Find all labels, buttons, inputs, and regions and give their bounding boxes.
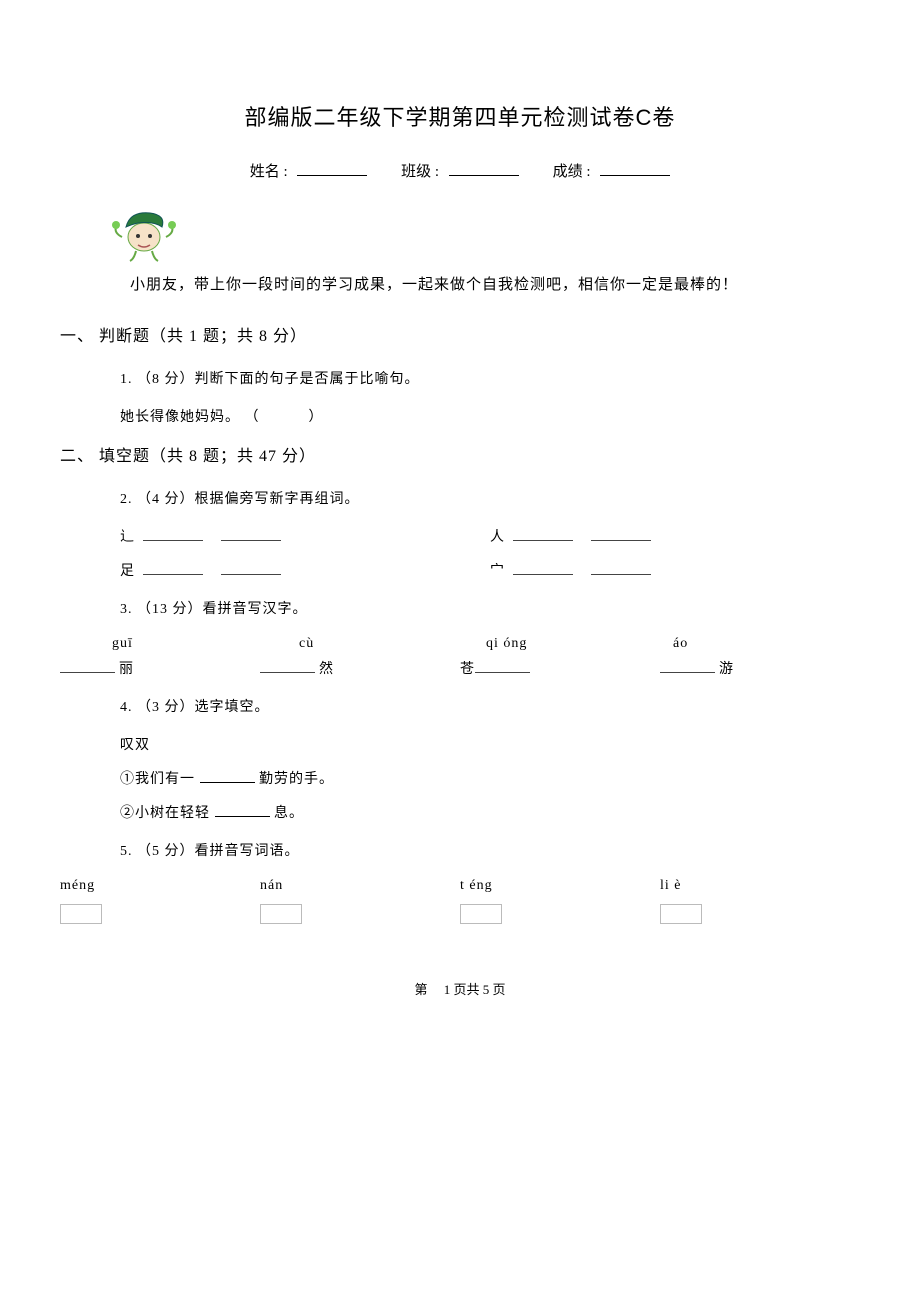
q4-l2-prefix: ②小树在轻轻 (120, 806, 210, 821)
q5-text: 5. （5 分）看拼音写词语。 (120, 840, 860, 860)
q2-radical-mian: 宀 (490, 560, 505, 580)
q2-blank[interactable] (143, 560, 203, 575)
q1-sentence: 她长得像她妈妈。 （ ） (120, 406, 860, 426)
q4-blank[interactable] (215, 802, 270, 817)
q4-l1-prefix: ①我们有一 (120, 772, 195, 787)
q3-blank[interactable] (60, 658, 115, 673)
q4-line-2: ②小树在轻轻 息。 (120, 802, 860, 822)
q1-close-paren: ） (309, 410, 324, 425)
q5-answer-box[interactable] (60, 904, 102, 924)
q2-blank[interactable] (221, 560, 281, 575)
q3-pinyin-c: qi óng (486, 636, 673, 652)
q3-blank[interactable] (475, 658, 530, 673)
section-2-title: 二、 填空题（共 8 题；共 47 分） (60, 442, 860, 466)
q1-sentence-text: 她长得像她妈妈。 （ (120, 410, 260, 425)
q5-pinyin-b: nán (260, 878, 460, 894)
q2-radical-chuo: 辶 (120, 526, 135, 546)
q5-answer-box[interactable] (460, 904, 502, 924)
q2-blank[interactable] (513, 560, 573, 575)
q5-pinyin-d: li è (660, 878, 860, 894)
section-1-title: 一、 判断题（共 1 题；共 8 分） (60, 322, 860, 346)
q3-hanzi-c-prefix: 苍 (460, 658, 475, 678)
q5-box-row (60, 904, 860, 929)
q2-blank[interactable] (221, 526, 281, 541)
q3-hanzi-d: 游 (719, 658, 734, 678)
q2-blank[interactable] (591, 560, 651, 575)
q4-words: 叹双 (120, 734, 860, 754)
q2-row-b: 足 宀 (120, 560, 860, 580)
q2-row-a: 辶 人 (120, 526, 860, 546)
q4-l1-suffix: 勤劳的手。 (259, 772, 334, 787)
q1-text: 1. （8 分）判断下面的句子是否属于比喻句。 (120, 368, 860, 388)
pager-value: 1 页共 5 页 (444, 982, 506, 997)
q4-blank[interactable] (200, 768, 255, 783)
mascot-icon (110, 203, 182, 263)
q4-text: 4. （3 分）选字填空。 (120, 696, 860, 716)
q2-blank[interactable] (591, 526, 651, 541)
q2-radical-ren: 人 (490, 526, 505, 546)
q3-pinyin-row: guī cù qi óng áo (112, 636, 860, 652)
q3-hanzi-row: 丽 然 苍 游 (60, 658, 860, 678)
q5-answer-box[interactable] (260, 904, 302, 924)
name-label: 姓名 : (250, 164, 288, 180)
intro-text: 小朋友，带上你一段时间的学习成果，一起来做个自我检测吧，相信你一定是最棒的！ (130, 273, 860, 294)
q2-blank[interactable] (513, 526, 573, 541)
pager-prefix: 第 (414, 982, 427, 997)
q5-pinyin-c: t éng (460, 878, 660, 894)
q5-answer-box[interactable] (660, 904, 702, 924)
q2-radical-zu: 足 (120, 560, 135, 580)
q3-pinyin-d: áo (673, 636, 860, 652)
page-number: 第 1 页共 5 页 (60, 979, 860, 998)
name-input-line[interactable] (297, 160, 367, 176)
score-label: 成绩 : (553, 164, 591, 180)
q3-text: 3. （13 分）看拼音写汉字。 (120, 598, 860, 618)
q3-blank[interactable] (260, 658, 315, 673)
q2-blank[interactable] (143, 526, 203, 541)
q4-l2-suffix: 息。 (274, 806, 304, 821)
class-label: 班级 : (401, 164, 439, 180)
q2-text: 2. （4 分）根据偏旁写新字再组词。 (120, 488, 860, 508)
q5-pinyin-row: méng nán t éng li è (60, 878, 860, 894)
q4-line-1: ①我们有一 勤劳的手。 (120, 768, 860, 788)
q3-blank[interactable] (660, 658, 715, 673)
q3-hanzi-a: 丽 (119, 658, 134, 678)
page-title: 部编版二年级下学期第四单元检测试卷C卷 (60, 100, 860, 132)
q3-pinyin-a: guī (112, 636, 299, 652)
class-input-line[interactable] (449, 160, 519, 176)
score-input-line[interactable] (600, 160, 670, 176)
info-line: 姓名 : 班级 : 成绩 : (60, 160, 860, 181)
q3-pinyin-b: cù (299, 636, 486, 652)
q3-hanzi-b: 然 (319, 658, 334, 678)
q5-pinyin-a: méng (60, 878, 260, 894)
